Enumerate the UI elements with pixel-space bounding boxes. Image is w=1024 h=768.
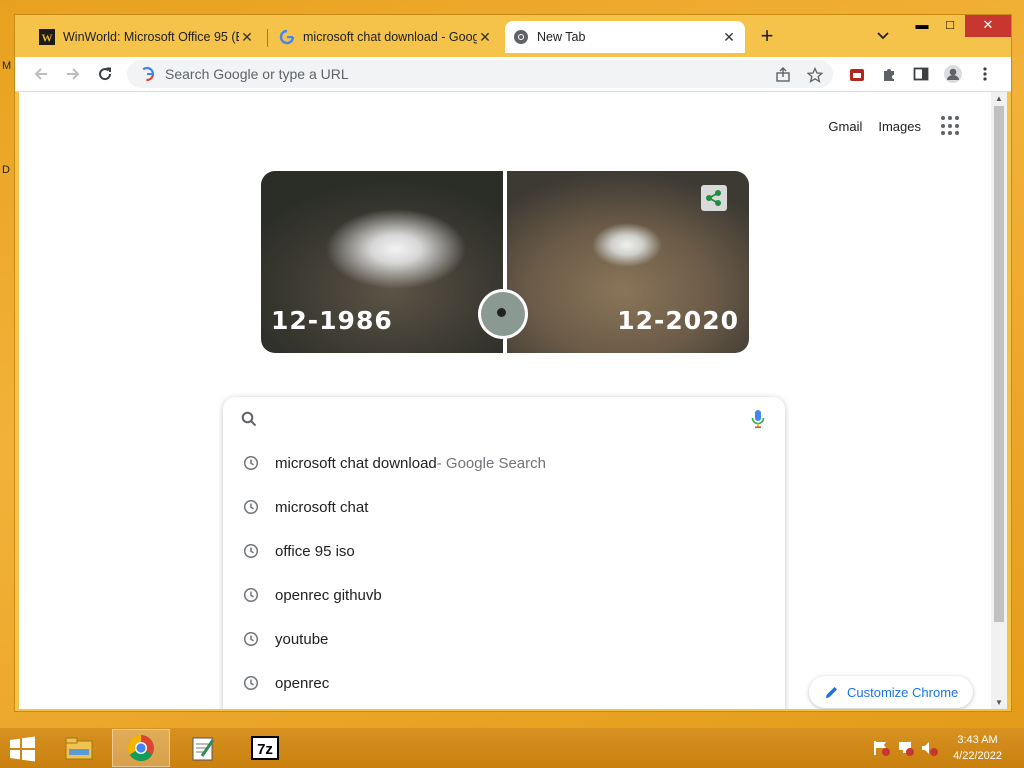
- suggestion-suffix: - Google Search: [436, 454, 546, 472]
- clock-date: 4/22/2022: [953, 750, 1002, 762]
- top-links: Gmail Images: [812, 116, 961, 136]
- doodle-share-icon[interactable]: [701, 185, 727, 211]
- suggestion-text: office 95 iso: [275, 542, 355, 560]
- google-doodle[interactable]: 12-1986 12-2020: [261, 171, 749, 353]
- clock-time: 3:43 AM: [957, 734, 998, 746]
- chrome-window: W WinWorld: Microsoft Office 95 (E ✕ mic…: [14, 14, 1012, 712]
- 7zip-icon[interactable]: 7z: [236, 729, 294, 767]
- reload-icon[interactable]: [95, 64, 115, 84]
- volume-muted-icon[interactable]: [920, 740, 938, 756]
- share-icon[interactable]: [775, 67, 791, 83]
- history-clock-icon: [243, 675, 259, 691]
- tab-title: WinWorld: Microsoft Office 95 (E: [63, 30, 239, 44]
- suggestion-item[interactable]: openrec githuvb: [223, 573, 785, 617]
- browser-toolbar: Search Google or type a URL: [15, 57, 1011, 92]
- pencil-icon: [826, 687, 837, 698]
- suggestion-text: microsoft chat download: [275, 454, 437, 472]
- doodle-date-right: 12-2020: [617, 306, 739, 335]
- extensions-puzzle-icon[interactable]: [879, 64, 899, 84]
- suggestion-item[interactable]: youtube: [223, 617, 785, 661]
- scrollbar-thumb[interactable]: [994, 106, 1004, 622]
- search-input-row[interactable]: [223, 397, 785, 441]
- chrome-icon: [513, 29, 529, 45]
- taskbar-clock[interactable]: 3:43 AM 4/22/2022: [953, 732, 1002, 764]
- action-center-flag-icon[interactable]: [872, 740, 890, 756]
- scroll-down-arrow-icon[interactable]: ▼: [991, 698, 1007, 707]
- gmail-link[interactable]: Gmail: [828, 119, 862, 134]
- file-explorer-icon[interactable]: [50, 729, 108, 767]
- suggestion-list: microsoft chat download - Google Search m…: [223, 441, 785, 705]
- minimize-button[interactable]: ▬: [907, 15, 937, 37]
- bookmark-star-icon[interactable]: [807, 67, 823, 83]
- microphone-icon[interactable]: [751, 409, 765, 429]
- taskbar: 7z 3:43 AM 4/22/2022: [0, 728, 1024, 768]
- suggestion-item[interactable]: microsoft chat: [223, 485, 785, 529]
- system-tray: [872, 740, 938, 756]
- tab-new-tab[interactable]: New Tab ✕: [505, 21, 745, 53]
- tab-search-chevron-icon[interactable]: [877, 29, 889, 43]
- profile-avatar-icon[interactable]: [943, 64, 963, 84]
- close-tab-icon[interactable]: ✕: [477, 29, 493, 46]
- history-clock-icon: [243, 499, 259, 515]
- maximize-button[interactable]: □: [935, 15, 965, 37]
- tab-winworld[interactable]: W WinWorld: Microsoft Office 95 (E ✕: [31, 21, 263, 53]
- winworld-logo-icon: W: [39, 29, 55, 45]
- tab-title: New Tab: [537, 30, 586, 44]
- suggestion-item[interactable]: microsoft chat download - Google Search: [223, 441, 785, 485]
- close-tab-icon[interactable]: ✕: [721, 29, 737, 46]
- new-tab-page: Gmail Images 12-1986 12-2020 microsoft c…: [19, 92, 991, 709]
- svg-text:7z: 7z: [257, 741, 273, 758]
- back-arrow-icon[interactable]: [31, 64, 51, 84]
- history-clock-icon: [243, 455, 259, 471]
- side-panel-icon[interactable]: [911, 64, 931, 84]
- tab-separator: [267, 29, 268, 47]
- suggestion-text: youtube: [275, 630, 329, 648]
- customize-chrome-label: Customize Chrome: [847, 684, 959, 700]
- extension-screen-recorder-icon[interactable]: [847, 64, 867, 84]
- suggestion-item[interactable]: office 95 iso: [223, 529, 785, 573]
- doodle-date-left: 12-1986: [271, 306, 393, 335]
- forward-arrow-icon[interactable]: [63, 64, 83, 84]
- suggestion-text: openrec githuvb: [275, 586, 382, 604]
- svg-text:W: W: [42, 33, 53, 45]
- suggestion-item[interactable]: openrec: [223, 661, 785, 705]
- globe-icon[interactable]: [478, 289, 528, 339]
- desktop-icon-label: D: [2, 164, 10, 176]
- tab-strip: W WinWorld: Microsoft Office 95 (E ✕ mic…: [15, 15, 1011, 57]
- network-icon[interactable]: [896, 740, 914, 756]
- search-icon: [241, 411, 257, 427]
- google-g-icon: [139, 66, 155, 82]
- more-options-icon[interactable]: [975, 64, 995, 84]
- notepad-plus-plus-icon[interactable]: [174, 729, 232, 767]
- google-g-icon: [279, 29, 295, 45]
- close-tab-icon[interactable]: ✕: [239, 29, 255, 46]
- scroll-up-arrow-icon[interactable]: ▲: [991, 94, 1007, 103]
- new-tab-button[interactable]: +: [755, 25, 779, 49]
- chrome-taskbar-icon[interactable]: [112, 729, 170, 767]
- history-clock-icon: [243, 543, 259, 559]
- address-bar-placeholder: Search Google or type a URL: [165, 66, 349, 82]
- history-clock-icon: [243, 631, 259, 647]
- tab-title: microsoft chat download - Goog: [303, 30, 477, 44]
- suggestion-text: openrec: [275, 674, 330, 692]
- history-clock-icon: [243, 587, 259, 603]
- windows-start-icon[interactable]: [8, 736, 38, 762]
- suggestion-text: microsoft chat: [275, 498, 369, 516]
- search-box[interactable]: microsoft chat download - Google Search m…: [223, 397, 785, 709]
- desktop-icon-label: M: [2, 60, 12, 72]
- google-apps-grid-icon[interactable]: [941, 116, 961, 136]
- images-link[interactable]: Images: [878, 119, 921, 134]
- address-bar[interactable]: Search Google or type a URL: [127, 60, 833, 88]
- close-window-button[interactable]: ✕: [965, 15, 1011, 37]
- page-scrollbar[interactable]: ▲ ▼: [991, 92, 1007, 709]
- customize-chrome-button[interactable]: Customize Chrome: [809, 676, 973, 708]
- tab-google-search[interactable]: microsoft chat download - Goog ✕: [271, 21, 501, 53]
